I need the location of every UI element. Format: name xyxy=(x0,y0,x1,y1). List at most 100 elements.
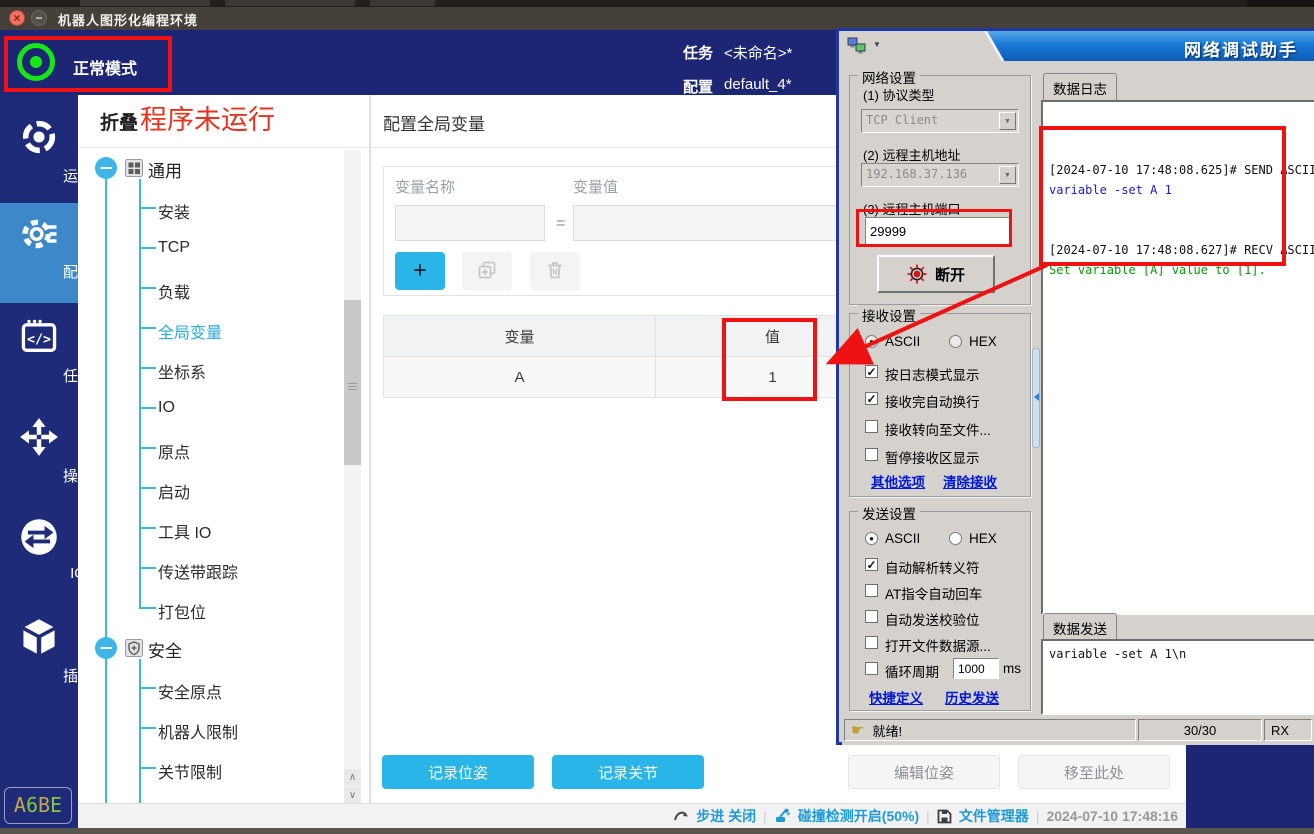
shield-icon xyxy=(125,639,143,657)
tree-item-pack-position[interactable]: 打包位 xyxy=(158,599,206,623)
variable-value-label: 变量值 xyxy=(573,176,618,197)
step-toggle[interactable]: 步进 关闭 xyxy=(696,806,756,826)
tree-item-tcp[interactable]: TCP xyxy=(158,239,190,257)
sidebar-item-io[interactable]: IO xyxy=(0,507,78,607)
data-log-area[interactable]: [2024-07-10 17:48:08.625]# SEND ASCII va… xyxy=(1041,100,1314,615)
at-cr-checkbox[interactable] xyxy=(865,584,878,597)
tree-item-conveyor-tracking[interactable]: 传送带跟踪 xyxy=(158,559,238,583)
sidebar-item-config[interactable]: 配置 xyxy=(0,203,78,303)
tree-scrollbar[interactable] xyxy=(344,150,361,805)
add-variable-button[interactable]: + xyxy=(395,252,445,290)
sidebar: 运行 配置 </> 任务 操作 xyxy=(0,95,78,828)
svg-text:</>: </> xyxy=(27,333,51,348)
tree-item-tool-io[interactable]: 工具 IO xyxy=(158,519,211,543)
count-status: 30/30 xyxy=(1138,719,1262,741)
log-mode-checkbox[interactable]: ✓ xyxy=(865,365,878,378)
tree-item-io[interactable]: IO xyxy=(158,399,175,417)
parse-escape-checkbox[interactable]: ✓ xyxy=(865,558,878,571)
tree-item-install[interactable]: 安装 xyxy=(158,199,190,223)
file-manager-link[interactable]: 文件管理器 xyxy=(959,806,1029,826)
cycle-period-input[interactable] xyxy=(953,658,999,679)
config-label: 配置 xyxy=(683,76,713,97)
quick-define-link[interactable]: 快捷定义 xyxy=(869,687,923,707)
protocol-label: (1) 协议类型 xyxy=(863,85,935,104)
netassist-title: 网络调试助手 xyxy=(1184,36,1298,61)
move-here-button[interactable]: 移至此处 xyxy=(1018,755,1170,789)
equals-sign: = xyxy=(556,215,565,233)
edit-pose-button[interactable]: 编辑位姿 xyxy=(848,755,1000,789)
tree-item-robot-limit[interactable]: 机器人限制 xyxy=(158,719,238,743)
remote-host-select[interactable]: 192.168.37.136 ▼ xyxy=(861,163,1019,187)
tree-item-origin[interactable]: 原点 xyxy=(158,439,190,463)
recv-hex-radio[interactable] xyxy=(949,335,962,348)
file-manager-icon xyxy=(937,809,952,824)
send-hex-radio[interactable] xyxy=(949,532,962,545)
send-text-area[interactable]: variable -set A 1\n xyxy=(1041,639,1314,715)
collapse-button[interactable]: 折叠 xyxy=(100,108,138,135)
collapse-minus-icon[interactable] xyxy=(95,637,117,659)
chevron-down-icon[interactable]: ▼ xyxy=(999,166,1016,184)
send-ascii-radio[interactable]: ● xyxy=(865,532,878,545)
sidebar-item-run[interactable]: 运行 xyxy=(0,107,78,207)
network-icon[interactable] xyxy=(847,37,867,55)
chevron-down-icon[interactable]: ▼ xyxy=(999,112,1016,130)
delete-variable-button[interactable] xyxy=(530,252,580,290)
window-title: 机器人图形化编程环境 xyxy=(58,10,198,29)
tree-item-global-vars[interactable]: 全局变量 xyxy=(158,319,222,343)
tab-data-send[interactable]: 数据发送 xyxy=(1043,613,1117,642)
tree-scrollbar-thumb[interactable] xyxy=(344,300,361,465)
variable-name-label: 变量名称 xyxy=(395,176,455,197)
record-pose-button[interactable]: 记录位姿 xyxy=(382,755,534,789)
more-options-link[interactable]: 其他选项 xyxy=(871,471,925,491)
auto-newline-checkbox[interactable]: ✓ xyxy=(865,392,878,405)
scroll-down-icon[interactable]: ∨ xyxy=(344,787,361,804)
minimize-icon[interactable]: − xyxy=(31,10,47,26)
trash-icon xyxy=(545,260,565,280)
code-window-icon: </> xyxy=(19,317,59,357)
protocol-select[interactable]: TCP Client ▼ xyxy=(861,109,1019,133)
netassist-titlebar[interactable]: ▼ 网络调试助手 xyxy=(839,31,1314,61)
panel-collapse-handle[interactable] xyxy=(1032,348,1040,448)
cell-variable: A xyxy=(384,357,655,397)
variable-name-input[interactable] xyxy=(395,205,545,241)
clear-receive-link[interactable]: 清除接收 xyxy=(943,471,997,491)
tree-item-coord-system[interactable]: 坐标系 xyxy=(158,359,206,383)
clock: 2024-07-10 17:48:16 xyxy=(1046,808,1178,824)
remote-port-input[interactable] xyxy=(865,217,1011,245)
disconnect-button[interactable]: 断开 xyxy=(877,255,995,293)
sidebar-item-task[interactable]: </> 任务 xyxy=(0,307,78,407)
recv-to-file-checkbox[interactable] xyxy=(865,420,878,433)
collision-toggle[interactable]: 碰撞检测开启(50%) xyxy=(798,806,919,826)
tree-item-load[interactable]: 负载 xyxy=(158,279,190,303)
duplicate-variable-button[interactable] xyxy=(462,252,512,290)
tree-item-safety-origin[interactable]: 安全原点 xyxy=(158,679,222,703)
sidebar-item-operate[interactable]: 操作 xyxy=(0,407,78,507)
mode-label: 正常模式 xyxy=(73,55,137,79)
history-send-link[interactable]: 历史发送 xyxy=(945,687,999,707)
window-bottom-edge xyxy=(0,828,1314,834)
file-source-checkbox[interactable] xyxy=(865,636,878,649)
table-row[interactable]: A 1 xyxy=(384,357,889,397)
move-arrows-icon xyxy=(19,417,59,457)
tree-item-startup[interactable]: 启动 xyxy=(158,479,190,503)
remote-port-label: (3) 远程主机端口 xyxy=(863,199,961,218)
table-header-row: 变量 值 xyxy=(384,316,889,357)
collision-icon xyxy=(774,808,791,824)
record-joint-button[interactable]: 记录关节 xyxy=(552,755,704,789)
menu-dropdown-icon[interactable]: ▼ xyxy=(873,40,881,49)
tab-data-log[interactable]: 数据日志 xyxy=(1043,73,1117,102)
cycle-send-checkbox[interactable] xyxy=(865,662,878,675)
page-title: 配置全局变量 xyxy=(383,110,485,135)
recv-ascii-radio[interactable]: ● xyxy=(865,335,878,348)
run-icon xyxy=(19,117,59,157)
close-icon[interactable]: × xyxy=(9,10,25,26)
pause-recv-checkbox[interactable] xyxy=(865,448,878,461)
collapse-minus-icon[interactable] xyxy=(95,157,117,179)
network-assistant-window: ▼ 网络调试助手 网络设置 (1) 协议类型 TCP Client ▼ (2) … xyxy=(836,28,1314,745)
tree-item-joint-limit[interactable]: 关节限制 xyxy=(158,759,222,783)
auto-checksum-checkbox[interactable] xyxy=(865,610,878,623)
scroll-up-icon[interactable]: ∧ xyxy=(344,769,361,786)
cycle-unit: ms xyxy=(1003,661,1021,676)
background-panel xyxy=(1186,745,1314,828)
sidebar-item-plugin[interactable]: 插件 xyxy=(0,607,78,707)
